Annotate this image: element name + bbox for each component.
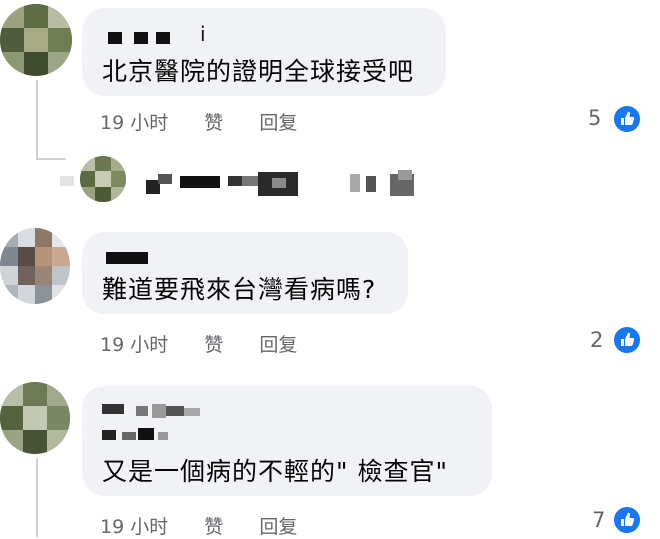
- comment-text: 難道要飛來台灣看病嗎?: [102, 275, 377, 304]
- comment-text: 又是一個病的不輕的" 檢查官": [102, 457, 448, 486]
- reaction-count[interactable]: 2: [590, 328, 603, 352]
- like-action[interactable]: 赞: [204, 516, 223, 538]
- like-action[interactable]: 赞: [204, 112, 223, 134]
- thread-line: [36, 80, 38, 160]
- reply-action[interactable]: 回复: [259, 112, 297, 134]
- author-name-fragment: i: [200, 22, 206, 46]
- comment-bubble: i 北京醫院的證明全球接受吧: [82, 8, 446, 96]
- author-name-redacted[interactable]: [106, 252, 148, 264]
- comment-actions: 19 小时 赞 回复: [100, 512, 297, 539]
- thread-line-curve: [36, 158, 66, 160]
- reply-action[interactable]: 回复: [259, 334, 297, 356]
- comment-timestamp[interactable]: 19 小时: [100, 112, 168, 134]
- avatar[interactable]: [0, 4, 72, 76]
- comment-timestamp[interactable]: 19 小时: [100, 516, 168, 538]
- comment-timestamp[interactable]: 19 小时: [100, 334, 168, 356]
- reaction-count[interactable]: 5: [588, 106, 601, 130]
- comment-actions: 19 小时 赞 回复: [100, 330, 297, 357]
- comment-bubble: 又是一個病的不輕的" 檢查官": [82, 386, 492, 496]
- reply-summary-redacted[interactable]: [50, 168, 440, 198]
- avatar[interactable]: [0, 228, 70, 304]
- thumbs-up-icon[interactable]: [612, 505, 642, 535]
- comment-bubble: 難道要飛來台灣看病嗎?: [82, 232, 408, 314]
- avatar[interactable]: [0, 382, 70, 454]
- thread-line-bottom: [36, 458, 38, 537]
- thumbs-up-icon[interactable]: [612, 325, 642, 355]
- thumbs-up-icon[interactable]: [612, 104, 642, 134]
- comment-text: 北京醫院的證明全球接受吧: [102, 57, 415, 86]
- reaction-count[interactable]: 7: [592, 508, 605, 532]
- author-name-redacted[interactable]: [108, 32, 122, 44]
- like-action[interactable]: 赞: [204, 334, 223, 356]
- comment-actions: 19 小时 赞 回复: [100, 108, 297, 135]
- author-name-redacted[interactable]: [102, 402, 222, 446]
- reply-action[interactable]: 回复: [259, 516, 297, 538]
